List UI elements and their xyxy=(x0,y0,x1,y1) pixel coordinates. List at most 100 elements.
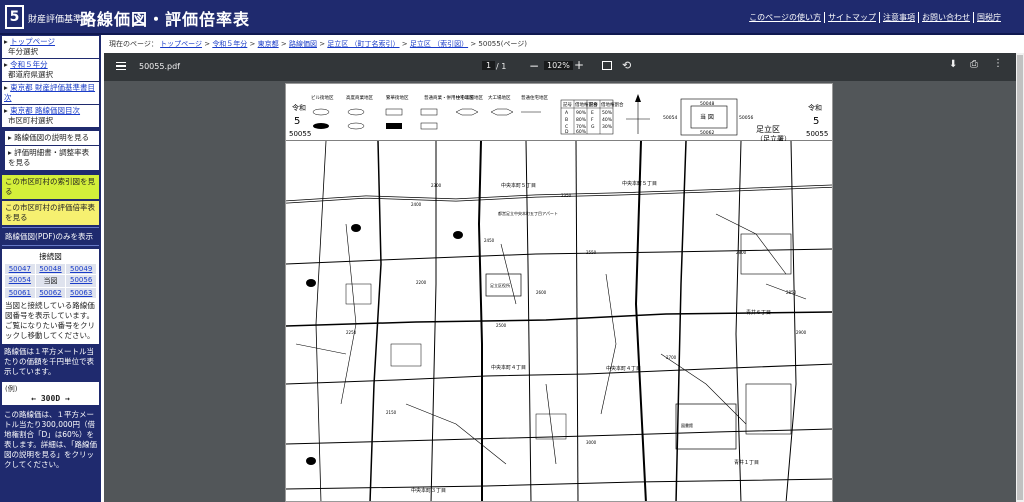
map-ward: 足立区 xyxy=(756,124,780,134)
example-label: (例) xyxy=(5,385,18,393)
sidebar-item-map-index: ▸ 東京都 路線価図目次 市区町村選択 xyxy=(2,105,99,127)
header-links: このページの使い方 サイトマップ 注意事項 お問い合わせ 国税庁 xyxy=(746,12,1004,23)
price-9: 2800 xyxy=(736,250,747,255)
sidebar-sub-label: 年分選択 xyxy=(8,47,38,56)
sidebar-link-top[interactable]: トップページ xyxy=(10,37,55,46)
area-label-3: 中央本町４丁目 xyxy=(491,364,526,371)
price-6: 2550 xyxy=(586,250,597,255)
rotate-icon[interactable]: ⟲ xyxy=(622,59,631,72)
adjacent-link-50054[interactable]: 50054 xyxy=(5,275,35,287)
price-2: 2350 xyxy=(561,193,572,198)
adjacent-link-50056[interactable]: 50056 xyxy=(66,275,96,287)
breadcrumb: 現在のページ： トップページ > 令和５年分 > 東京都 > 路線価図 > 足立… xyxy=(109,40,528,48)
index-map-button[interactable]: この市区町村の索引図を見る xyxy=(2,175,99,199)
pdf-page: 令和 5 50055 令和 5 50055 足立区 （足立署） ビル街地区 高度… xyxy=(285,83,833,502)
breadcrumb-tokyo[interactable]: 東京都 xyxy=(258,40,279,48)
area-label-9: 足立区役所 xyxy=(490,282,510,288)
pdf-only-button[interactable]: 路線価図(PDF)のみを表示 xyxy=(2,227,99,246)
link-how-to-use[interactable]: このページの使い方 xyxy=(746,12,824,23)
sidebar-link-prefecture[interactable]: 東京都 財産評価基準書目次 xyxy=(4,83,95,102)
adjacent-link-50049[interactable]: 50049 xyxy=(66,264,96,274)
breadcrumb-town-index[interactable]: 足立区 （町丁名索引） xyxy=(327,40,399,48)
rate-table-button[interactable]: この市区町村の評価倍率表を見る xyxy=(2,201,99,225)
area-label-2: 中央本町５丁目 xyxy=(622,180,657,187)
breadcrumb-current: 50055(ページ) xyxy=(478,40,528,48)
adjacent-link-50048[interactable]: 50048 xyxy=(35,264,66,274)
rate-head-1: 記号 xyxy=(563,101,572,108)
more-options-icon[interactable]: ⋮ xyxy=(993,58,1003,69)
zoom-input[interactable]: 102% xyxy=(544,61,573,70)
rate-d-val: 60% xyxy=(576,129,587,135)
breadcrumb-map[interactable]: 路線価図 xyxy=(289,40,317,48)
link-nta[interactable]: 国税庁 xyxy=(973,12,1004,23)
detail-button[interactable]: ▸ 評価明細書・調整率表を見る xyxy=(2,146,99,170)
adjacent-map-box: 接続図 50047 50048 50049 50054 当図 50056 500… xyxy=(2,249,99,344)
price-10: 2850 xyxy=(786,290,797,295)
site-logo[interactable]: 5 xyxy=(5,5,24,29)
area-label-1: 中央本町５丁目 xyxy=(501,182,536,189)
menu-icon[interactable] xyxy=(116,62,126,70)
price-13: 2200 xyxy=(416,280,427,285)
sidebar-sub-label: 市区町村選択 xyxy=(8,116,53,125)
page-number-input[interactable]: 1 xyxy=(482,61,496,70)
sidebar-item-top: ▸ トップページ 年分選択 xyxy=(2,36,99,58)
sidebar: ▸ トップページ 年分選択 ▸ 令和５年分 都道府県選択 ▸ 東京都 財産評価基準書… xyxy=(0,35,101,502)
download-icon[interactable]: ⬇ xyxy=(949,59,957,70)
legend-label-1: ビル街地区 xyxy=(311,94,334,101)
map-era-right: 令和 xyxy=(808,103,822,112)
sidebar-sub-label: 都道府県選択 xyxy=(8,70,53,79)
site-header: 5 財産評価基準書 路線価図・評価倍率表 このページの使い方 サイトマップ 注意… xyxy=(0,0,1024,35)
area-label-4: 中央本町４丁目 xyxy=(606,365,641,372)
price-4: 2450 xyxy=(484,238,495,243)
area-label-8: 都営足立中央本町五丁目アパート xyxy=(498,210,558,216)
fit-page-icon[interactable] xyxy=(602,61,612,70)
zoom-in-icon[interactable]: + xyxy=(574,58,584,72)
rate-g: G xyxy=(591,124,595,130)
adjacent-link-50061[interactable]: 50061 xyxy=(5,288,35,298)
rate-d: D xyxy=(565,129,569,135)
link-notes[interactable]: 注意事項 xyxy=(879,12,918,23)
breadcrumb-index-map[interactable]: 足立区 （索引図） xyxy=(410,40,468,48)
zoom-out-icon[interactable]: − xyxy=(529,59,539,73)
legend-label-7: 普通住宅地区 xyxy=(521,94,548,101)
breadcrumb-year[interactable]: 令和５年分 xyxy=(212,40,247,48)
adjacent-link-50047[interactable]: 50047 xyxy=(5,264,35,274)
pdf-toolbar: 50055.pdf 1 / 1 − 102% + ⟲ ⬇ ⎙ ⋮ xyxy=(104,53,1016,81)
adjacent-current: 当図 xyxy=(35,275,66,287)
link-sitemap[interactable]: サイトマップ xyxy=(824,12,879,23)
adjacent-title: 接続図 xyxy=(39,252,62,261)
sidebar-link-map-index[interactable]: 東京都 路線価図目次 xyxy=(10,106,80,115)
price-5: 2500 xyxy=(496,323,507,328)
price-14: 2250 xyxy=(346,330,357,335)
sheet-top: 50048 xyxy=(700,101,714,107)
site-title: 路線価図・評価倍率表 xyxy=(80,10,251,29)
price-7: 2600 xyxy=(536,290,547,295)
sidebar-item-year: ▸ 令和５年分 都道府県選択 xyxy=(2,59,99,81)
price-explain-text: この路線価は、１平方メートル当たり300,000円（借地権割合「D」は60%）を… xyxy=(4,410,97,469)
adjacent-grid: 50047 50048 50049 50054 当図 50056 50061 5… xyxy=(5,264,96,298)
legend-label-3: 繁華街地区 xyxy=(386,94,409,101)
page-scrollbar[interactable] xyxy=(1016,53,1024,502)
area-label-7: 中央本町３丁目 xyxy=(411,487,446,494)
map-sheet-left: 50055 xyxy=(289,130,311,138)
print-icon[interactable]: ⎙ xyxy=(970,59,978,70)
map-sheet-right: 50055 xyxy=(806,130,828,138)
explain-button-label: 路線価図の説明を見る xyxy=(14,133,90,142)
area-label-10: 図書館 xyxy=(681,422,693,428)
scrollbar-thumb[interactable] xyxy=(1017,55,1023,500)
sheet-current: 当 図 xyxy=(700,113,714,121)
sidebar-link-year[interactable]: 令和５年分 xyxy=(10,60,48,69)
breadcrumb-top[interactable]: トップページ xyxy=(160,40,202,48)
rate-f-val: 40% xyxy=(602,117,613,123)
price-example: (例) ← 300D → xyxy=(2,382,99,405)
area-label-6: 青井１丁目 xyxy=(734,459,759,466)
link-contact[interactable]: お問い合わせ xyxy=(918,12,973,23)
rate-head-3: 記号 xyxy=(589,101,598,108)
adjacent-link-50062[interactable]: 50062 xyxy=(35,288,66,298)
rate-e-val: 50% xyxy=(602,110,613,116)
rate-f: F xyxy=(591,117,594,123)
example-value: ← 300D → xyxy=(31,394,70,403)
adjacent-link-50063[interactable]: 50063 xyxy=(66,288,96,298)
legend-label-5: 中小工場地区 xyxy=(456,94,483,101)
explain-button[interactable]: ▸ 路線価図の説明を見る xyxy=(2,131,99,145)
